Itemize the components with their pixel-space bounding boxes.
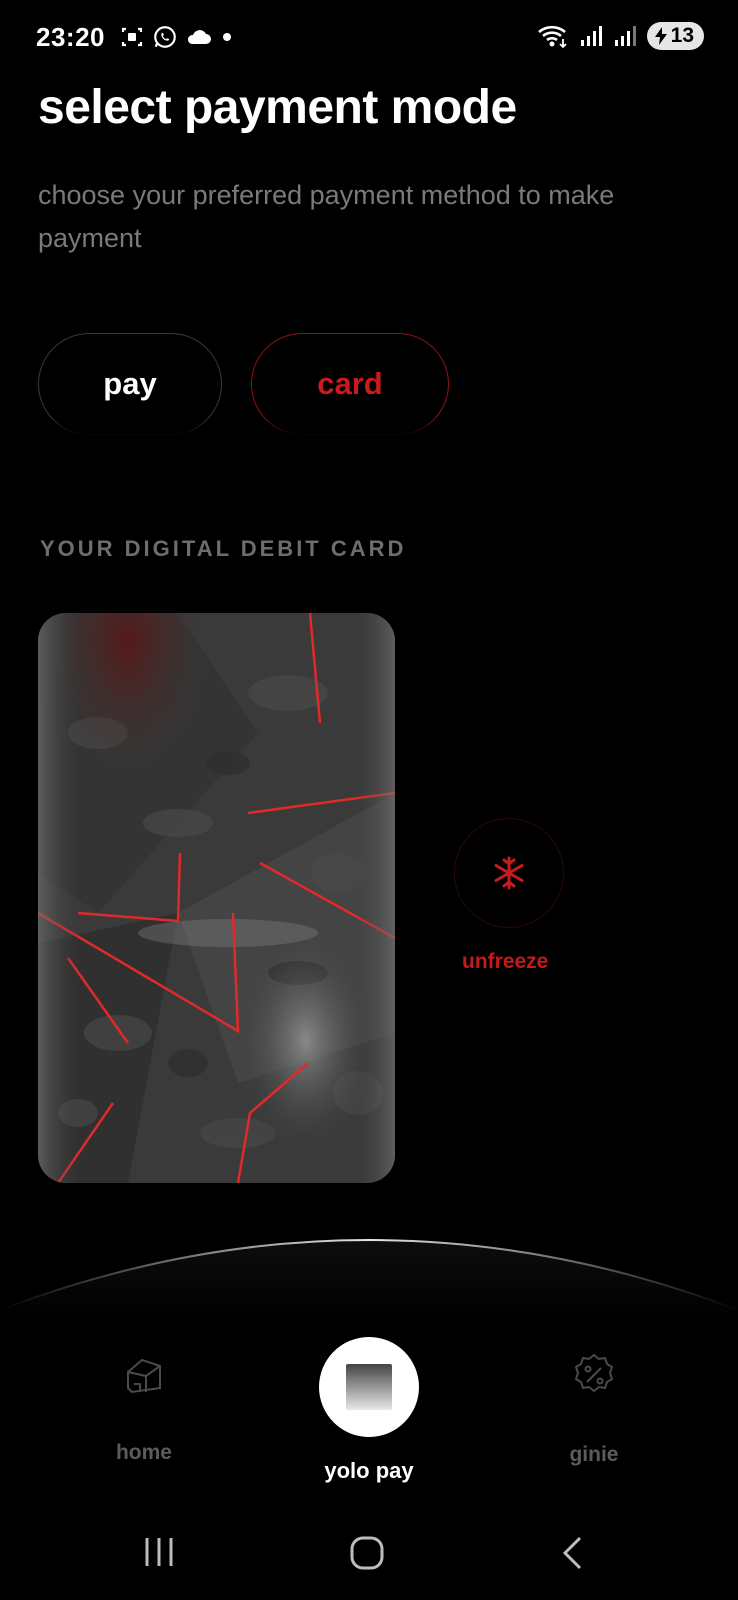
card-mode-label: card — [317, 366, 383, 401]
nav-yolo-pay-label: yolo pay — [324, 1458, 414, 1483]
freeze-label: unfreeze — [462, 950, 549, 973]
dot-icon — [223, 33, 231, 41]
pay-mode-label: pay — [103, 366, 157, 401]
battery-indicator: 13 — [646, 22, 704, 50]
nav-ginie-label: ginie — [569, 1443, 619, 1466]
back-icon[interactable] — [560, 1535, 584, 1571]
discount-badge-icon — [574, 1353, 614, 1393]
status-time: 23:20 — [36, 22, 105, 52]
page-title: select payment mode — [38, 81, 517, 134]
signal-icon — [614, 26, 636, 46]
home-circle-icon[interactable] — [349, 1535, 385, 1571]
recent-apps-icon[interactable] — [143, 1535, 175, 1569]
section-label: YOUR DIGITAL DEBIT CARD — [40, 536, 407, 561]
nav-home[interactable]: home — [64, 1352, 224, 1465]
status-left-icons — [120, 24, 234, 50]
bottom-nav-arc — [0, 1239, 738, 1320]
nav-home-label: home — [115, 1441, 172, 1464]
signal-icon — [580, 26, 602, 46]
screen-record-icon — [121, 27, 143, 47]
cloud-icon — [187, 30, 211, 44]
card-artwork — [38, 613, 395, 1183]
freeze-toggle-button[interactable] — [454, 818, 564, 928]
status-right-icons: 13 — [537, 22, 704, 50]
page-subtitle: choose your preferred payment method to … — [38, 180, 615, 253]
debit-card[interactable] — [38, 613, 395, 1183]
nav-yolo-pay[interactable] — [319, 1337, 419, 1437]
mode-fade-mask — [30, 418, 470, 448]
snowflake-icon — [494, 856, 524, 890]
wifi-icon — [537, 25, 567, 49]
nav-ginie[interactable]: ginie — [514, 1352, 674, 1467]
square-icon — [346, 1364, 392, 1410]
home-icon — [127, 1358, 161, 1394]
whatsapp-icon — [154, 26, 176, 48]
battery-level: 13 — [670, 24, 694, 47]
charging-bolt-icon — [654, 27, 667, 45]
